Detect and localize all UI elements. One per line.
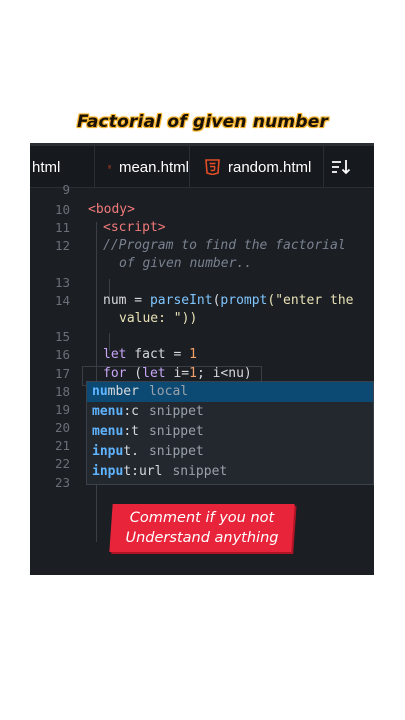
tab-label: html: [32, 158, 61, 176]
suggestion-item[interactable]: menu:t snippet: [87, 422, 373, 442]
line-number: 11: [54, 220, 70, 235]
sort-menu-icon[interactable]: [330, 156, 352, 178]
suggestion-item[interactable]: input:url snippet: [87, 462, 373, 482]
suggestion-item[interactable]: menu:c snippet: [87, 402, 373, 422]
tab-bar: html mean.html random.html: [30, 143, 374, 188]
line-number: 14: [54, 293, 70, 308]
autocomplete-popup[interactable]: number local menu:c snippet menu:t snippet …: [86, 381, 374, 485]
video-headline: Factorial of given number: [76, 112, 329, 132]
code-line-script: <script>: [103, 220, 166, 235]
line-number: 17: [54, 366, 70, 381]
comment-banner: Comment if you not Understand anything: [109, 504, 295, 552]
line-number: 16: [54, 347, 70, 362]
suggestion-item[interactable]: number local: [87, 382, 373, 402]
banner-line-2: Understand anything: [125, 530, 279, 546]
html5-icon: [205, 159, 220, 175]
line-number: 21: [54, 438, 70, 453]
line-number: 19: [54, 402, 70, 417]
code-line-let-fact: let fact = 1: [103, 347, 197, 362]
line-number: 12: [54, 238, 70, 253]
line-number: 22: [54, 456, 70, 471]
tab-mean-html[interactable]: mean.html: [92, 146, 190, 188]
suggestion-item[interactable]: input. snippet: [87, 442, 373, 462]
line-number: 9: [62, 182, 70, 197]
tab-random-html[interactable]: random.html: [189, 146, 324, 188]
html5-icon: [108, 165, 111, 169]
line-number: 23: [54, 475, 70, 490]
line-number: 15: [54, 329, 70, 344]
line-number: 10: [54, 202, 70, 217]
line-number: 13: [54, 275, 70, 290]
code-line-num-assign: num = parseInt(prompt("enter the: [103, 293, 354, 308]
code-comment-wrap: of given number..: [119, 256, 253, 271]
code-line-body: <body>: [88, 202, 135, 217]
line-number: 20: [54, 420, 70, 435]
tab-label: mean.html: [118, 158, 189, 176]
code-line-wrap: value: ")): [119, 311, 198, 326]
banner-line-1: Comment if you not: [129, 510, 275, 526]
code-comment: //Program to find the factorial: [103, 238, 346, 253]
tab-label: random.html: [228, 158, 312, 176]
line-number: 18: [54, 384, 70, 399]
code-line-for-loop: for (let i=1; i<nu): [103, 366, 252, 381]
